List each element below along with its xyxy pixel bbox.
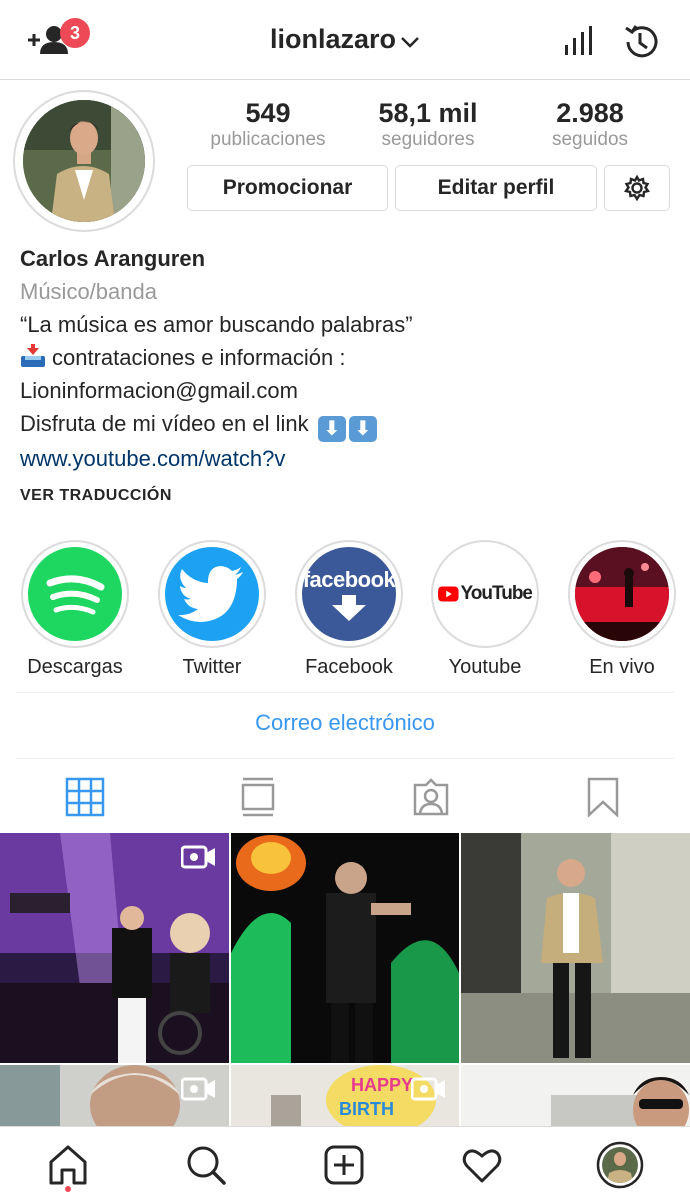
highlight-ring (568, 540, 676, 648)
home-active-dot (65, 1186, 71, 1192)
profile-category: Músico/banda (20, 279, 157, 304)
nav-activity[interactable] (458, 1141, 506, 1189)
tab-feed[interactable] (233, 772, 283, 822)
heart-icon (462, 1149, 502, 1183)
following-label: seguidos (551, 129, 629, 150)
home-icon (49, 1145, 87, 1185)
search-icon (187, 1146, 226, 1185)
promote-button[interactable]: Promocionar (187, 165, 388, 211)
profile-avatar (23, 100, 145, 222)
post-thumbnail[interactable] (461, 833, 690, 1063)
youtube-icon: YouTube (438, 547, 532, 641)
nav-profile[interactable] (596, 1141, 644, 1189)
tab-tagged[interactable] (406, 772, 456, 822)
archive-button[interactable] (620, 22, 660, 67)
nav-search[interactable] (182, 1141, 230, 1189)
post-thumbnail[interactable] (0, 1065, 229, 1127)
highlight-label: Youtube (448, 656, 522, 678)
grid-icon (65, 777, 105, 817)
video-badge-icon (411, 1075, 447, 1103)
following-value: 2.988 (556, 98, 624, 128)
divider (16, 758, 674, 759)
tab-saved[interactable] (578, 772, 628, 822)
profile-avatar-ring[interactable] (13, 90, 155, 232)
followers-count[interactable]: 58,1 mil seguidores (348, 98, 508, 151)
inbox-tray-icon (20, 344, 46, 368)
bio-contact-line: contrataciones e información : (20, 341, 670, 374)
post-thumbnail[interactable] (461, 1065, 690, 1127)
down-arrow-icon: ⬇ (317, 416, 346, 442)
highlight-youtube[interactable]: YouTube Youtube (425, 540, 545, 679)
following-count[interactable]: 2.988 seguidos (510, 98, 670, 151)
highlight-twitter[interactable]: Twitter (152, 540, 272, 679)
bio-email: Lioninformacion@gmail.com (20, 378, 298, 403)
highlight-label: En vivo (589, 656, 655, 678)
youtube-logo-text: YouTube (460, 583, 532, 604)
highlight-facebook[interactable]: facebook Facebook (289, 540, 409, 679)
post-thumbnail[interactable] (0, 833, 229, 1063)
highlight-ring (158, 540, 266, 648)
posts-value: 549 (245, 98, 291, 128)
concert-photo (575, 547, 669, 641)
highlight-descargas[interactable]: Descargas (15, 540, 135, 679)
profile-bio: Carlos Aranguren Músico/banda “La música… (20, 242, 670, 476)
highlight-ring: facebook (295, 540, 403, 648)
video-badge-icon (181, 1075, 217, 1103)
highlight-ring (21, 540, 129, 648)
divider (16, 692, 674, 693)
highlight-en-vivo[interactable]: En vivo (562, 540, 682, 679)
see-translation-button[interactable]: VER TRADUCCIÓN (20, 487, 172, 505)
facebook-logo-text: facebook (302, 567, 396, 592)
tagged-icon (413, 778, 449, 816)
bio-video-text: Disfruta de mi vídeo en el link (20, 411, 309, 436)
chevron-down-icon (400, 25, 420, 56)
tab-grid[interactable] (60, 772, 110, 822)
highlight-label: Twitter (182, 656, 242, 678)
nav-home[interactable] (44, 1141, 92, 1189)
top-bar: 3 lionlazaro (0, 0, 690, 80)
settings-button[interactable] (604, 165, 670, 211)
svg-text:HAPPY: HAPPY (351, 1075, 413, 1095)
bio-quote: “La música es amor buscando palabras” (20, 312, 413, 337)
add-post-icon (324, 1145, 364, 1185)
video-badge-icon (181, 843, 217, 871)
nav-add-post[interactable] (320, 1141, 368, 1189)
profile-website-link[interactable]: www.youtube.com/watch?v (20, 442, 670, 476)
followers-value: 58,1 mil (378, 98, 478, 128)
svg-text:BIRTH: BIRTH (339, 1099, 394, 1119)
highlight-ring: YouTube (431, 540, 539, 648)
spotify-icon (28, 547, 122, 641)
post-thumbnail[interactable] (231, 833, 459, 1063)
insights-button[interactable] (562, 24, 596, 63)
post-thumbnail[interactable]: HAPPY BIRTH (231, 1065, 459, 1127)
insights-icon (565, 26, 592, 55)
followers-label: seguidores (381, 129, 475, 150)
profile-avatar (596, 1141, 644, 1189)
profile-name: Carlos Aranguren (20, 246, 206, 271)
gear-icon (623, 174, 651, 202)
feed-icon (241, 777, 275, 817)
history-icon (625, 25, 658, 58)
twitter-icon (165, 547, 259, 641)
posts-label: publicaciones (210, 129, 326, 150)
saved-icon (587, 777, 619, 817)
bottom-nav (0, 1126, 690, 1200)
posts-count[interactable]: 549 publicaciones (188, 98, 348, 151)
highlight-label: Descargas (27, 656, 123, 678)
email-contact-button[interactable]: Correo electrónico (0, 710, 690, 736)
username-label: lionlazaro (269, 24, 397, 54)
bio-video-line: Disfruta de mi vídeo en el link ⬇ ⬇ (20, 407, 670, 442)
down-arrow-icon: ⬇ (348, 416, 377, 442)
edit-profile-button[interactable]: Editar perfil (395, 165, 597, 211)
facebook-icon: facebook (302, 547, 396, 641)
highlight-label: Facebook (305, 656, 393, 678)
bio-contact-text: contrataciones e información : (52, 345, 346, 370)
